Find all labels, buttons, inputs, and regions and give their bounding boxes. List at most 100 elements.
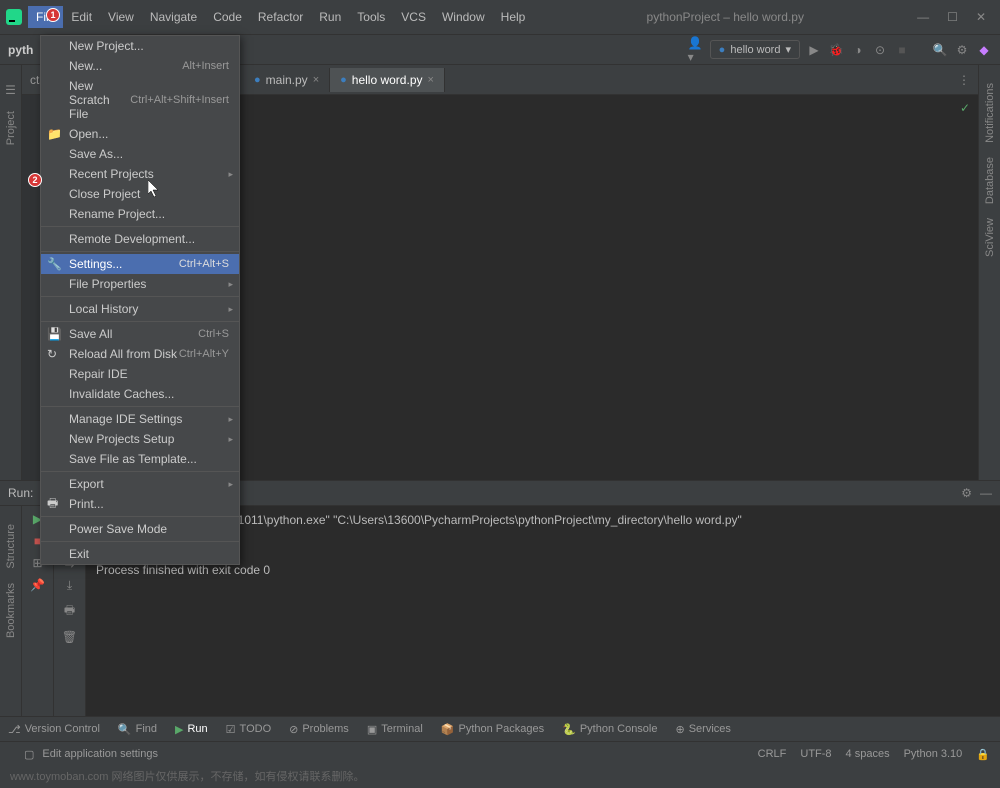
- menu-item-new-projects-setup[interactable]: New Projects Setup▸: [41, 429, 239, 449]
- tab-problems[interactable]: ⊘Problems: [289, 723, 349, 736]
- project-tool-icon[interactable]: ☰: [5, 83, 16, 97]
- tab-terminal[interactable]: ▣Terminal: [367, 723, 423, 736]
- menu-item-new-scratch-file[interactable]: New Scratch FileCtrl+Alt+Shift+Insert: [41, 76, 239, 124]
- menu-item-new-project-[interactable]: New Project...: [41, 36, 239, 56]
- folder-icon: 📁: [47, 127, 61, 141]
- menu-window[interactable]: Window: [434, 6, 493, 28]
- hide-icon[interactable]: —: [980, 486, 992, 500]
- tab-python-packages[interactable]: 📦Python Packages: [441, 723, 544, 736]
- run-button[interactable]: ▶: [806, 42, 822, 58]
- menu-item-local-history[interactable]: Local History▸: [41, 299, 239, 319]
- run-panel-label: Run:: [8, 486, 33, 500]
- menu-item-recent-projects[interactable]: Recent Projects▸: [41, 164, 239, 184]
- menu-item-manage-ide-settings[interactable]: Manage IDE Settings▸: [41, 409, 239, 429]
- print-icon[interactable]: 🖶: [64, 601, 75, 622]
- scroll-icon[interactable]: ⤓: [67, 578, 72, 593]
- bookmarks-tool[interactable]: Bookmarks: [5, 583, 17, 638]
- close-icon[interactable]: ×: [428, 74, 434, 86]
- menu-item-exit[interactable]: Exit: [41, 544, 239, 564]
- minimize-icon[interactable]: —: [917, 10, 929, 24]
- print-icon: 🖶: [47, 494, 61, 515]
- chevron-right-icon: ▸: [228, 434, 233, 445]
- chevron-right-icon: ▸: [228, 169, 233, 180]
- menu-item-save-all[interactable]: 💾Save AllCtrl+S: [41, 324, 239, 344]
- status-encoding[interactable]: UTF-8: [800, 748, 831, 760]
- menu-vcs[interactable]: VCS: [393, 6, 434, 28]
- python-icon: ●: [719, 44, 726, 56]
- save-icon: 💾: [47, 327, 61, 341]
- reload-icon: ↻: [47, 347, 61, 361]
- menu-item-reload-all-from-disk[interactable]: ↻Reload All from DiskCtrl+Alt+Y: [41, 344, 239, 364]
- python-icon: ●: [254, 74, 261, 86]
- gear-icon[interactable]: ⚙: [961, 486, 972, 500]
- database-tool[interactable]: Database: [984, 157, 996, 204]
- menu-item-print-[interactable]: 🖶Print...: [41, 494, 239, 514]
- tab-hello-word-py[interactable]: ● hello word.py ×: [330, 68, 445, 92]
- project-tool-label[interactable]: Project: [5, 111, 17, 145]
- footer-note: www.toymoban.com 网络图片仅供展示，不存储，如有侵权请联系删除。: [0, 766, 1000, 788]
- tab-version-control[interactable]: ⎇Version Control: [8, 723, 100, 736]
- menu-item-invalidate-caches-[interactable]: Invalidate Caches...: [41, 384, 239, 404]
- tool-window-icon[interactable]: ▢: [24, 748, 34, 761]
- notifications-tool[interactable]: Notifications: [984, 83, 996, 143]
- annotation-1: 1: [46, 8, 60, 22]
- chevron-right-icon: ▸: [228, 304, 233, 315]
- menu-item-export[interactable]: Export▸: [41, 474, 239, 494]
- profile-button[interactable]: ⊙: [872, 42, 888, 58]
- menu-item-settings-[interactable]: 🔧Settings...Ctrl+Alt+S: [41, 254, 239, 274]
- cursor-icon: [148, 180, 160, 198]
- status-interpreter[interactable]: Python 3.10: [904, 748, 963, 760]
- statusbar: ▢ Edit application settings CRLF UTF-8 4…: [0, 741, 1000, 766]
- ide-icon[interactable]: ◆: [976, 42, 992, 58]
- window-controls: — ☐ ✕: [917, 10, 994, 24]
- menu-item-power-save-mode[interactable]: Power Save Mode: [41, 519, 239, 539]
- menu-run[interactable]: Run: [311, 6, 349, 28]
- app-icon: [6, 9, 22, 25]
- tab-find[interactable]: 🔍Find: [118, 723, 157, 736]
- menu-help[interactable]: Help: [493, 6, 534, 28]
- structure-tool[interactable]: Structure: [5, 524, 17, 569]
- menu-item-close-project[interactable]: Close Project: [41, 184, 239, 204]
- debug-button[interactable]: 🐞: [828, 42, 844, 58]
- pin-icon[interactable]: 📌: [30, 578, 45, 592]
- menubar: File Edit View Navigate Code Refactor Ru…: [28, 6, 533, 28]
- editor-more-icon[interactable]: ⋮: [950, 73, 978, 87]
- menu-item-remote-development-[interactable]: Remote Development...: [41, 229, 239, 249]
- user-icon[interactable]: 👤▾: [688, 42, 704, 58]
- chevron-right-icon: ▸: [228, 479, 233, 490]
- menu-navigate[interactable]: Navigate: [142, 6, 205, 28]
- tab-main-py[interactable]: ● main.py ×: [244, 68, 330, 92]
- gear-icon[interactable]: ⚙: [954, 42, 970, 58]
- stop-button[interactable]: ■: [894, 42, 910, 58]
- run-config-selector[interactable]: ● hello word ▾: [710, 40, 800, 59]
- tab-python-console[interactable]: 🐍Python Console: [562, 723, 657, 736]
- menu-code[interactable]: Code: [205, 6, 250, 28]
- chevron-right-icon: ▸: [228, 414, 233, 425]
- lock-icon[interactable]: 🔒: [976, 748, 990, 761]
- tab-services[interactable]: ⊕Services: [676, 723, 731, 736]
- menu-item-new-[interactable]: New...Alt+Insert: [41, 56, 239, 76]
- menu-item-save-as-[interactable]: Save As...: [41, 144, 239, 164]
- status-crlf[interactable]: CRLF: [758, 748, 787, 760]
- menu-item-save-file-as-template-[interactable]: Save File as Template...: [41, 449, 239, 469]
- menu-edit[interactable]: Edit: [63, 6, 100, 28]
- maximize-icon[interactable]: ☐: [947, 10, 958, 24]
- file-menu-dropdown: New Project...New...Alt+InsertNew Scratc…: [40, 35, 240, 565]
- menu-tools[interactable]: Tools: [349, 6, 393, 28]
- tab-todo[interactable]: ☑TODO: [226, 723, 271, 736]
- menu-item-rename-project-[interactable]: Rename Project...: [41, 204, 239, 224]
- coverage-button[interactable]: ◑: [850, 42, 866, 58]
- status-indent[interactable]: 4 spaces: [846, 748, 890, 760]
- menu-item-open-[interactable]: 📁Open...: [41, 124, 239, 144]
- close-icon[interactable]: ×: [313, 74, 319, 86]
- menu-item-repair-ide[interactable]: Repair IDE: [41, 364, 239, 384]
- menu-refactor[interactable]: Refactor: [250, 6, 311, 28]
- search-icon[interactable]: 🔍: [932, 42, 948, 58]
- menu-view[interactable]: View: [100, 6, 142, 28]
- close-icon[interactable]: ✕: [976, 10, 986, 24]
- menu-item-file-properties[interactable]: File Properties▸: [41, 274, 239, 294]
- trash-icon[interactable]: 🗑: [62, 630, 77, 644]
- tab-run[interactable]: ▶Run: [175, 723, 208, 736]
- sciview-tool[interactable]: SciView: [984, 218, 996, 257]
- check-icon: ✓: [960, 99, 970, 117]
